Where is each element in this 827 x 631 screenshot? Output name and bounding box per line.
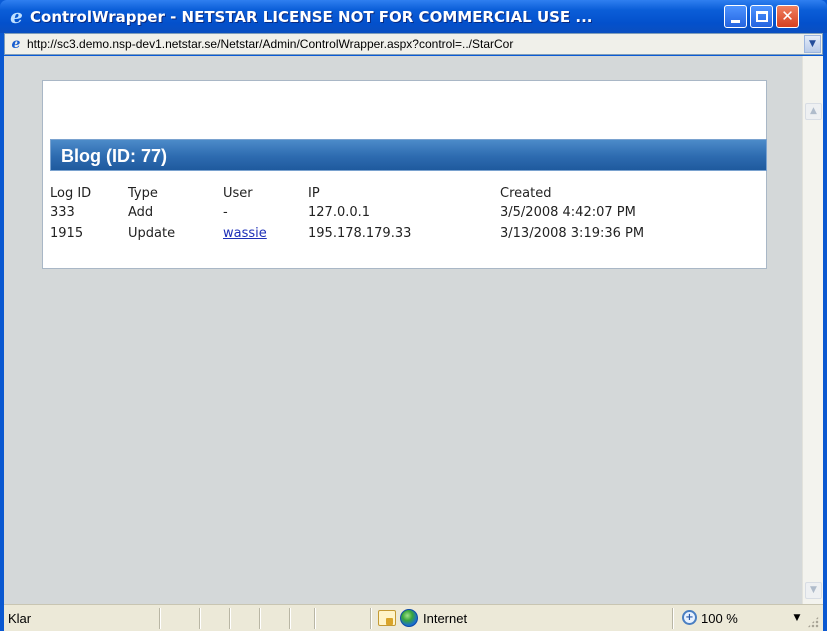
maximize-button[interactable] [750, 5, 773, 28]
close-button[interactable]: ✕ [776, 5, 799, 28]
address-bar[interactable]: e http://sc3.demo.nsp-dev1.netstar.se/Ne… [4, 33, 823, 55]
table-row: 333 Add - 127.0.0.1 3/5/2008 4:42:07 PM [50, 203, 760, 223]
column-header-type: Type [128, 186, 158, 201]
window-title: ControlWrapper - NETSTAR LICENSE NOT FOR… [30, 8, 593, 26]
scroll-up-button[interactable]: ▲ [805, 103, 822, 120]
title-bar[interactable]: e ControlWrapper - NETSTAR LICENSE NOT F… [0, 0, 827, 33]
cell-user: - [223, 205, 228, 220]
status-separator [229, 608, 231, 629]
cell-ip: 127.0.0.1 [308, 205, 371, 220]
status-separator [259, 608, 261, 629]
window-border-right [823, 33, 827, 631]
status-separator [370, 608, 372, 629]
table-header-row: Log ID Type User IP Created [50, 184, 760, 204]
chevron-down-icon: ▼ [810, 585, 817, 595]
status-bar: Klar Internet + 100 % ▼ [4, 604, 823, 631]
address-dropdown-button[interactable]: ▼ [804, 35, 821, 53]
zoom-icon[interactable]: + [682, 610, 697, 625]
cell-ip: 195.178.179.33 [308, 226, 412, 241]
cell-type: Add [128, 205, 154, 220]
cell-log-id: 1915 [50, 226, 84, 241]
close-icon: ✕ [781, 7, 794, 25]
chevron-up-icon: ▲ [810, 106, 817, 116]
security-zone-label[interactable]: Internet [423, 610, 467, 627]
table-row: 1915 Update wassie 195.178.179.33 3/13/2… [50, 224, 760, 244]
zoom-dropdown-button[interactable]: ▼ [791, 611, 803, 625]
status-separator [159, 608, 161, 629]
user-link[interactable]: wassie [223, 224, 267, 244]
column-header-created: Created [500, 186, 552, 201]
status-separator [199, 608, 201, 629]
maximize-icon [756, 11, 768, 22]
minimize-icon [731, 20, 740, 23]
scroll-down-button[interactable]: ▼ [805, 582, 822, 599]
blog-panel-header: Blog (ID: 77) [50, 139, 767, 171]
status-separator [314, 608, 316, 629]
vertical-scrollbar[interactable]: ▲ ▼ [802, 56, 823, 604]
ie-logo-icon: e [10, 4, 23, 28]
internet-zone-globe-icon [400, 609, 418, 627]
cell-created: 3/13/2008 3:19:36 PM [500, 226, 645, 241]
protected-mode-icon[interactable] [378, 610, 396, 626]
status-text: Klar [8, 611, 32, 626]
status-separator [289, 608, 291, 629]
resize-grip-icon[interactable] [807, 616, 819, 628]
minimize-button[interactable] [724, 5, 747, 28]
address-url[interactable]: http://sc3.demo.nsp-dev1.netstar.se/Nets… [27, 36, 802, 53]
status-separator [672, 608, 674, 629]
browser-window: e ControlWrapper - NETSTAR LICENSE NOT F… [0, 0, 827, 631]
cell-log-id: 333 [50, 205, 75, 220]
column-header-ip: IP [308, 186, 320, 201]
panel-title: Blog (ID: 77) [61, 146, 167, 166]
zoom-level[interactable]: 100 % [701, 610, 738, 627]
cell-type: Update [128, 226, 176, 241]
cell-created: 3/5/2008 4:42:07 PM [500, 205, 636, 220]
ie-page-icon: e [11, 36, 21, 52]
chevron-down-icon: ▼ [809, 39, 816, 49]
column-header-log-id: Log ID [50, 186, 92, 201]
column-header-user: User [223, 186, 253, 201]
